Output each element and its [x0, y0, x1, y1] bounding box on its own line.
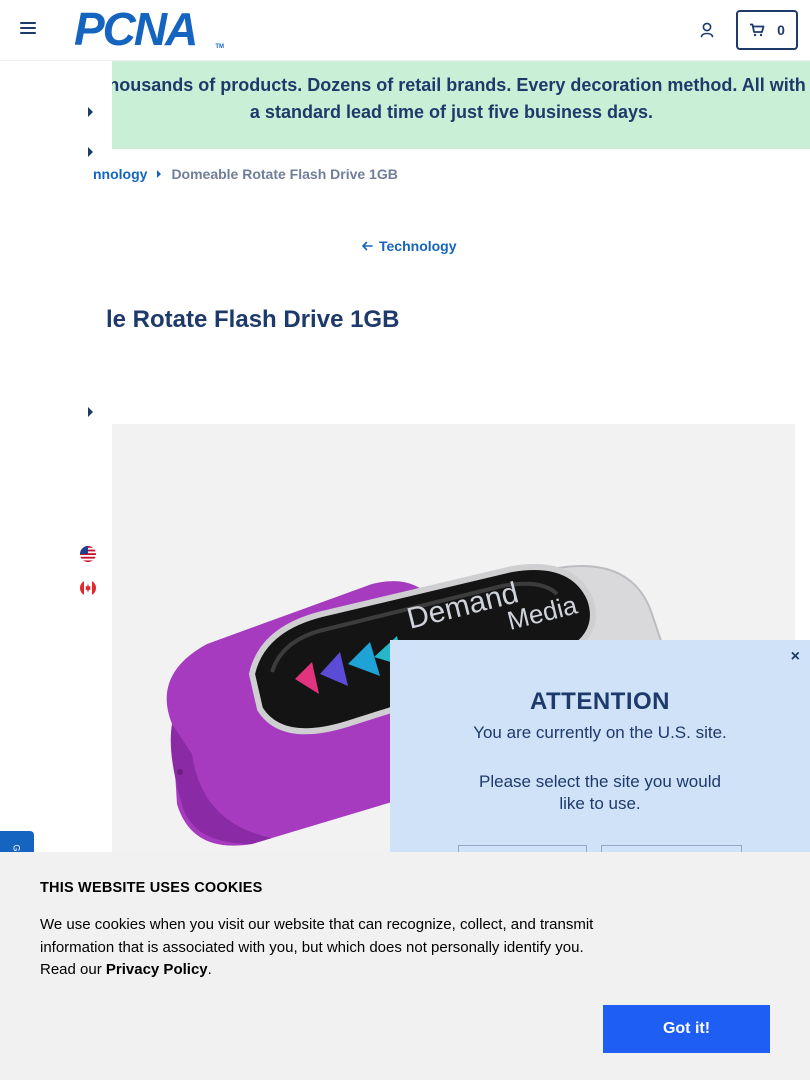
side-menu-expand-icon[interactable]	[88, 107, 93, 117]
attention-title: ATTENTION	[529, 688, 671, 715]
close-icon[interactable]: ×	[791, 648, 800, 666]
cart-icon	[750, 23, 765, 37]
canada-flag-icon[interactable]	[80, 580, 96, 596]
cart-button[interactable]: 0	[736, 10, 798, 50]
cookie-period: .	[207, 961, 212, 978]
site-selection-popup: × ATTENTION You are currently on the U.S…	[390, 640, 810, 885]
got-it-button[interactable]: Got it!	[603, 1005, 770, 1053]
breadcrumb-current: Domeable Rotate Flash Drive 1GB	[171, 166, 398, 182]
breadcrumb-link-technology[interactable]: nnology	[93, 166, 147, 182]
promo-banner: Thousands of products. Dozens of retail …	[93, 61, 810, 149]
product-title: le Rotate Flash Drive 1GB	[106, 306, 400, 333]
privacy-policy-link[interactable]: Privacy Policy	[106, 961, 208, 978]
account-icon[interactable]	[699, 21, 717, 39]
cookie-title: THIS WEBSITE USES COOKIES	[40, 880, 263, 896]
side-menu-expand-icon[interactable]	[88, 147, 93, 157]
hamburger-menu-icon[interactable]	[20, 22, 36, 38]
promo-banner-text: Thousands of products. Dozens of retail …	[97, 75, 806, 122]
breadcrumb: nnology Domeable Rotate Flash Drive 1GB	[93, 166, 398, 182]
us-flag-icon[interactable]	[80, 546, 96, 562]
cart-count: 0	[777, 22, 785, 38]
logo-text: PCNA	[74, 3, 198, 55]
logo-trademark: TM	[215, 44, 224, 50]
attention-select-site-text: Please select the site you would like to…	[479, 772, 721, 813]
cookie-text: We use cookies when you visit our websit…	[40, 914, 600, 982]
attention-current-site-text: You are currently on the U.S. site.	[473, 723, 727, 742]
arrow-left-icon	[362, 241, 373, 251]
breadcrumb-separator-icon	[157, 170, 162, 178]
pcna-logo[interactable]: PCNA TM	[74, 3, 224, 55]
back-link-label: Technology	[379, 238, 457, 254]
feedback-tab-label: G	[11, 844, 22, 852]
cookie-banner: THIS WEBSITE USES COOKIES We use cookies…	[0, 852, 810, 1080]
site-header: PCNA TM 0	[0, 0, 810, 61]
side-menu-expand-icon[interactable]	[88, 407, 93, 417]
back-to-technology-link[interactable]: Technology	[361, 238, 457, 254]
